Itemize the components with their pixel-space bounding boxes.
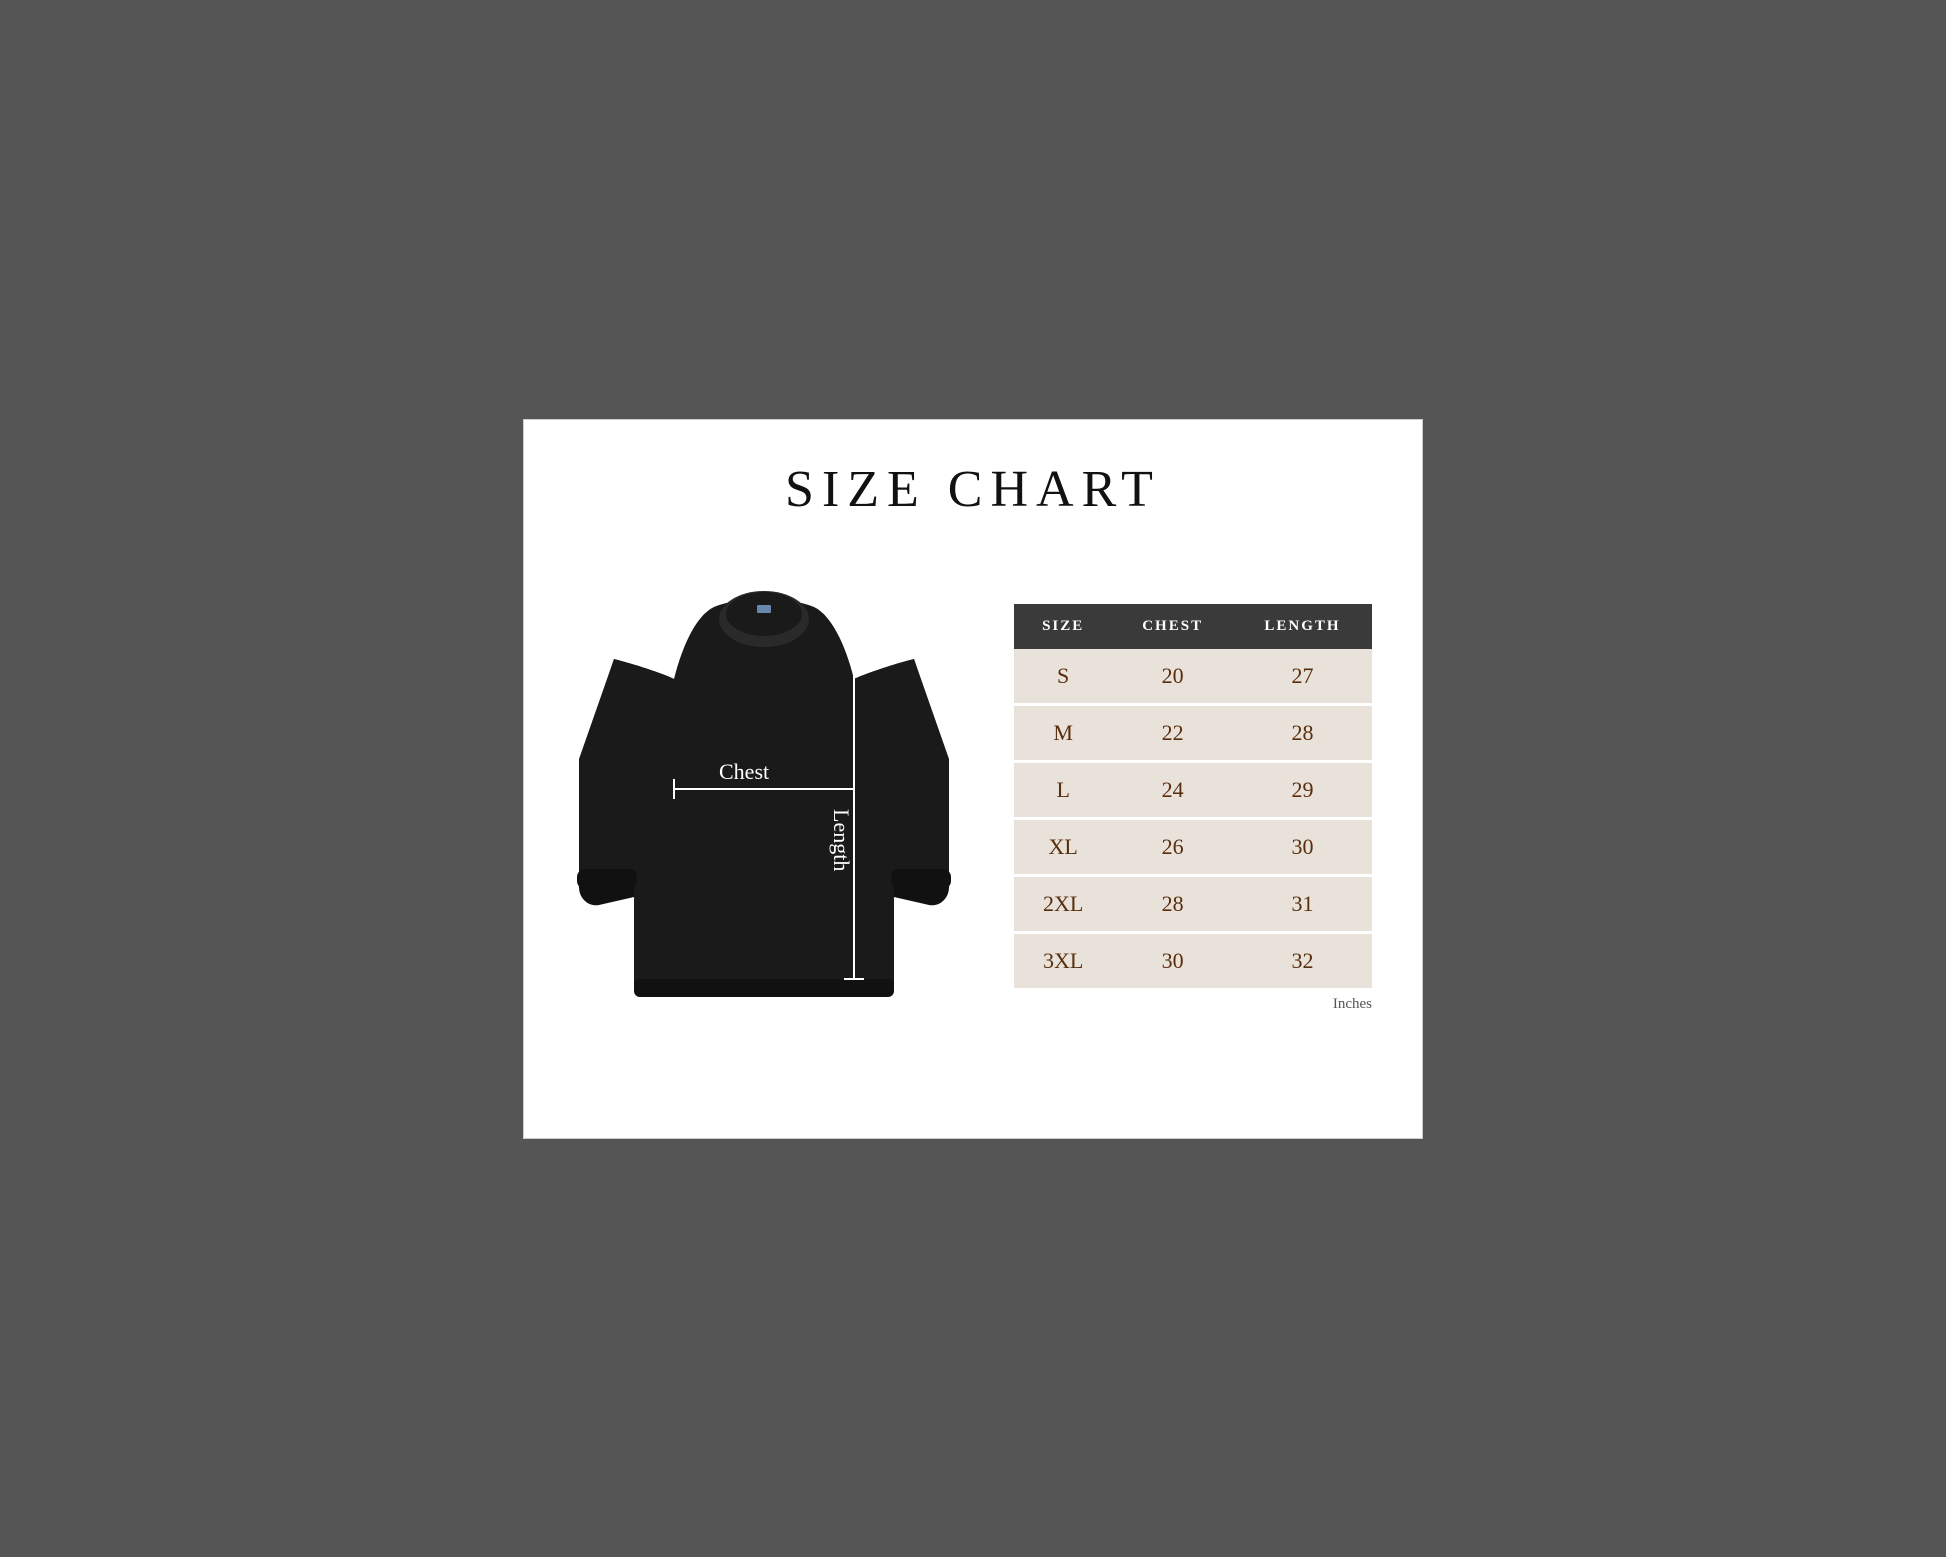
sweatshirt-diagram: Chest Length [574, 559, 954, 1059]
cell-length: 29 [1233, 762, 1372, 819]
svg-text:Chest: Chest [719, 759, 769, 784]
page-title: SIZE CHART [574, 460, 1372, 519]
cell-length: 27 [1233, 649, 1372, 705]
col-header-chest: CHEST [1112, 604, 1233, 649]
size-table-area: SIZE CHEST LENGTH S2027M2228L2429XL26302… [1014, 604, 1372, 1013]
cell-length: 31 [1233, 876, 1372, 933]
content-row: Chest Length SIZE CHEST LENGTH [574, 559, 1372, 1059]
cell-length: 30 [1233, 819, 1372, 876]
table-row: 2XL2831 [1014, 876, 1372, 933]
size-chart-card: SIZE CHART [523, 419, 1423, 1139]
cell-chest: 26 [1112, 819, 1233, 876]
cell-size: M [1014, 705, 1112, 762]
cell-length: 32 [1233, 933, 1372, 989]
table-row: M2228 [1014, 705, 1372, 762]
cell-chest: 22 [1112, 705, 1233, 762]
cell-chest: 20 [1112, 649, 1233, 705]
table-header-row: SIZE CHEST LENGTH [1014, 604, 1372, 649]
cell-chest: 30 [1112, 933, 1233, 989]
cell-length: 28 [1233, 705, 1372, 762]
size-table: SIZE CHEST LENGTH S2027M2228L2429XL26302… [1014, 604, 1372, 988]
col-header-size: SIZE [1014, 604, 1112, 649]
table-row: 3XL3032 [1014, 933, 1372, 989]
cell-size: L [1014, 762, 1112, 819]
cell-size: 3XL [1014, 933, 1112, 989]
unit-label: Inches [1014, 996, 1372, 1013]
cell-size: XL [1014, 819, 1112, 876]
cell-size: 2XL [1014, 876, 1112, 933]
cell-chest: 28 [1112, 876, 1233, 933]
table-row: XL2630 [1014, 819, 1372, 876]
table-row: S2027 [1014, 649, 1372, 705]
cell-chest: 24 [1112, 762, 1233, 819]
table-row: L2429 [1014, 762, 1372, 819]
svg-text:Length: Length [829, 809, 854, 871]
col-header-length: LENGTH [1233, 604, 1372, 649]
cell-size: S [1014, 649, 1112, 705]
